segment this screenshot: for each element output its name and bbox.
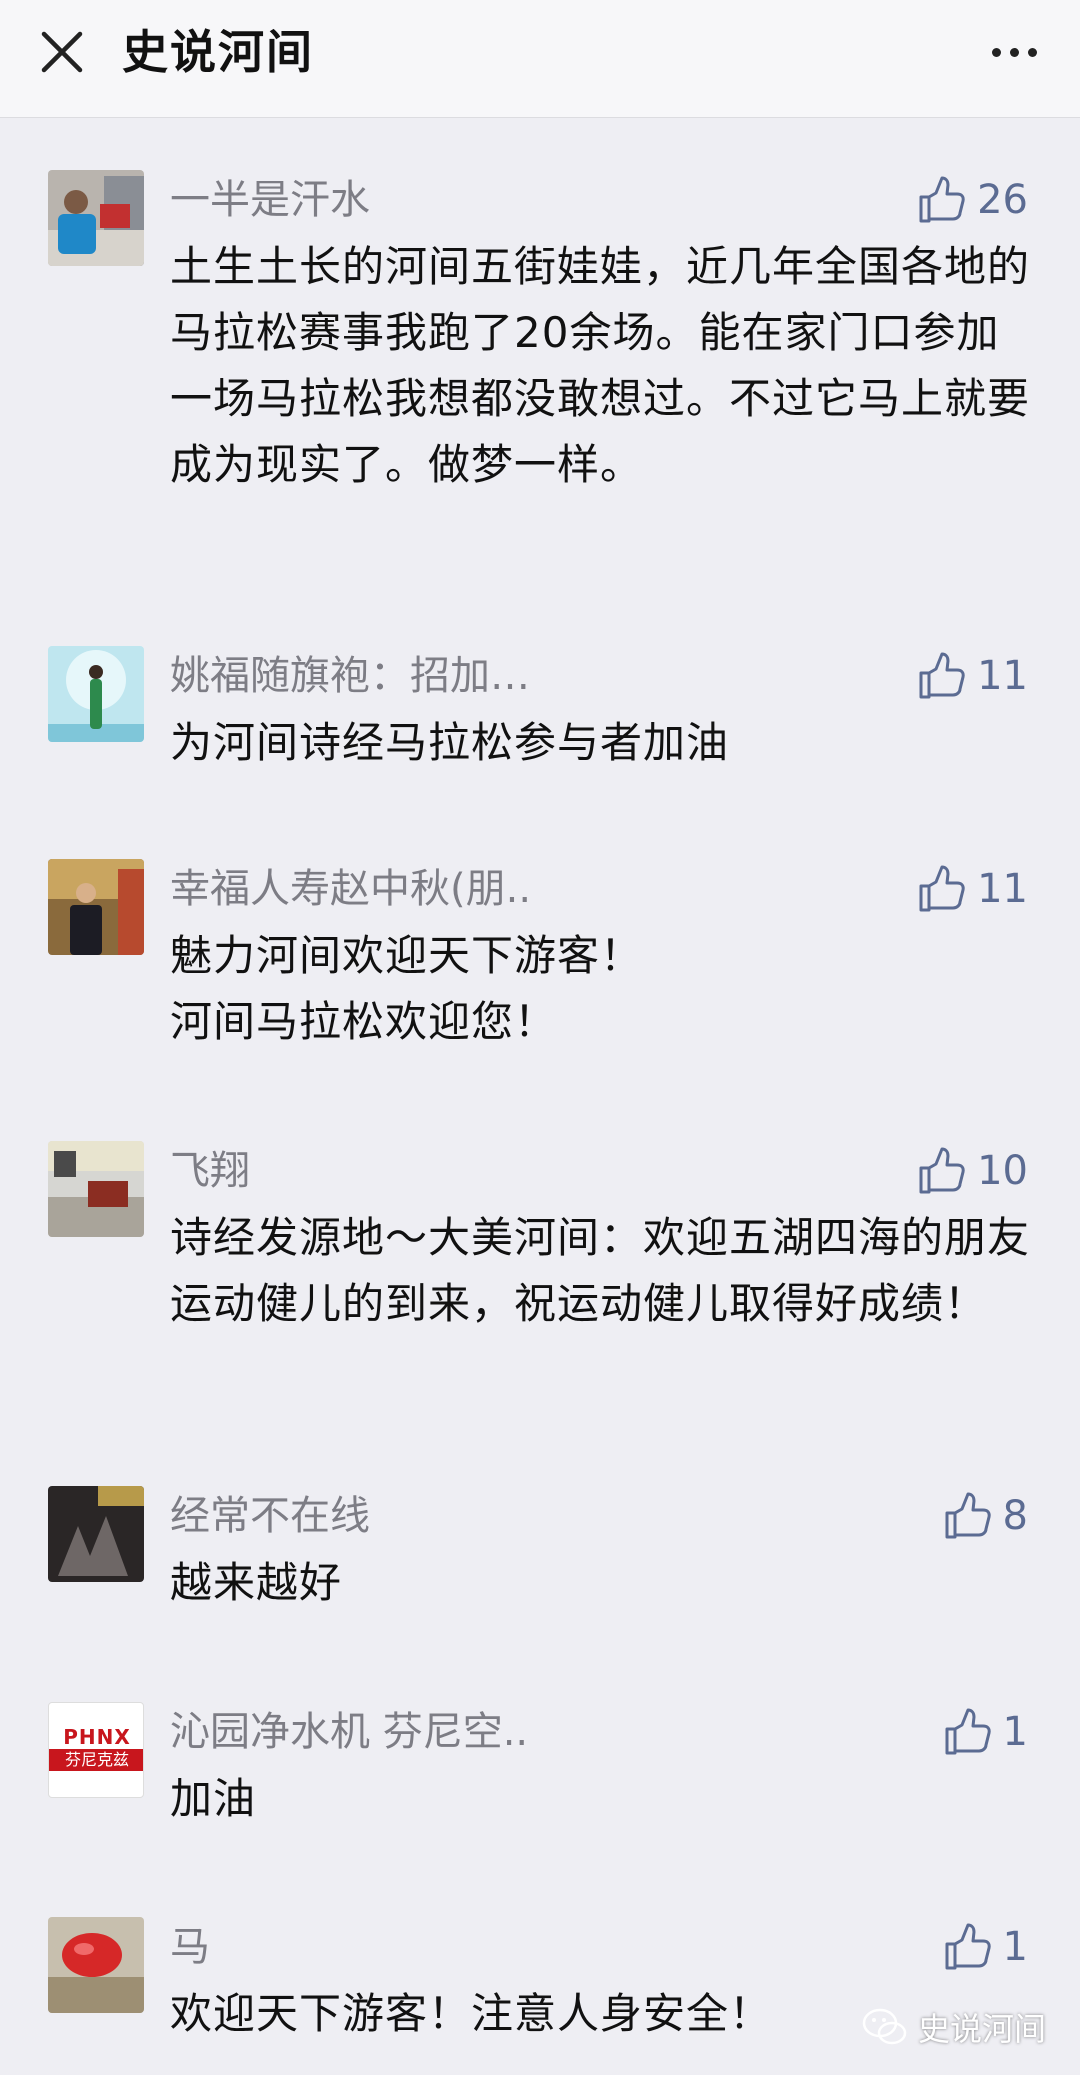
thumbs-up-icon [945, 1708, 991, 1755]
avatar[interactable] [48, 1917, 144, 2013]
thumbs-up-icon [945, 1492, 991, 1539]
comment-text: 魅力河间欢迎天下游客！ 河间马拉松欢迎您！ [170, 931, 644, 1046]
like-count: 1 [1002, 1709, 1028, 1755]
top-bar: 史说河间 [0, 0, 1080, 118]
avatar[interactable] [48, 646, 144, 742]
comment-text: 为河间诗经马拉松参与者加油 [170, 718, 730, 767]
avatar-logo-subtext: 芬尼克兹 [49, 1749, 143, 1771]
like-button[interactable]: 1 [943, 1702, 1028, 1762]
watermark: 史说河间 [862, 1999, 1046, 2055]
thumbs-up-icon [919, 652, 965, 699]
like-count: 26 [977, 177, 1028, 223]
thumbs-up-icon [919, 1147, 965, 1194]
comment-text: 越来越好 [170, 1558, 343, 1607]
like-button[interactable]: 1 [943, 1917, 1028, 1977]
like-button[interactable]: 26 [917, 170, 1028, 230]
thumbs-up-icon [919, 865, 965, 912]
like-count: 11 [977, 653, 1028, 699]
like-count: 10 [977, 1148, 1028, 1194]
thumbs-up-icon [919, 176, 965, 223]
avatar-logo-text: PHNX [63, 1725, 131, 1749]
watermark-text: 史说河间 [917, 2010, 1046, 2048]
like-count: 11 [977, 866, 1028, 912]
comment-text: 加油 [170, 1774, 257, 1823]
avatar[interactable] [48, 1486, 144, 1582]
commenter-name[interactable]: 一半是汗水 [170, 170, 370, 230]
like-button[interactable]: 11 [917, 859, 1028, 919]
commenter-name[interactable]: 飞翔 [170, 1141, 250, 1201]
like-button[interactable]: 8 [943, 1486, 1028, 1546]
close-button[interactable] [30, 20, 94, 84]
avatar[interactable]: PHNX 芬尼克兹 [48, 1702, 144, 1798]
commenter-name[interactable]: 姚福随旗袍：招加… [170, 646, 530, 706]
wechat-icon [862, 2008, 907, 2045]
comment-text: 诗经发源地～大美河间：欢迎五湖四海的朋友运动健儿的到来，祝运动健儿取得好成绩！ [170, 1213, 1031, 1328]
close-icon [41, 31, 83, 73]
avatar[interactable] [48, 859, 144, 955]
more-button[interactable] [974, 22, 1054, 82]
like-button[interactable]: 11 [917, 646, 1028, 706]
like-count: 1 [1002, 1924, 1028, 1970]
more-icon [991, 47, 1001, 57]
avatar[interactable] [48, 1141, 144, 1237]
commenter-name[interactable]: 沁园净水机 芬尼空.. [170, 1702, 528, 1762]
comment-text: 土生土长的河间五街娃娃，近几年全国各地的马拉松赛事我跑了20余场。能在家门口参加… [170, 242, 1031, 489]
commenter-name[interactable]: 经常不在线 [170, 1486, 370, 1546]
like-count: 8 [1002, 1493, 1028, 1539]
like-button[interactable]: 10 [917, 1141, 1028, 1201]
commenter-name[interactable]: 幸福人寿赵中秋(朋.. [170, 859, 531, 919]
commenter-name[interactable]: 马 [170, 1917, 210, 1977]
thumbs-up-icon [945, 1923, 991, 1970]
avatar[interactable] [48, 170, 144, 266]
page-title: 史说河间 [122, 25, 314, 79]
